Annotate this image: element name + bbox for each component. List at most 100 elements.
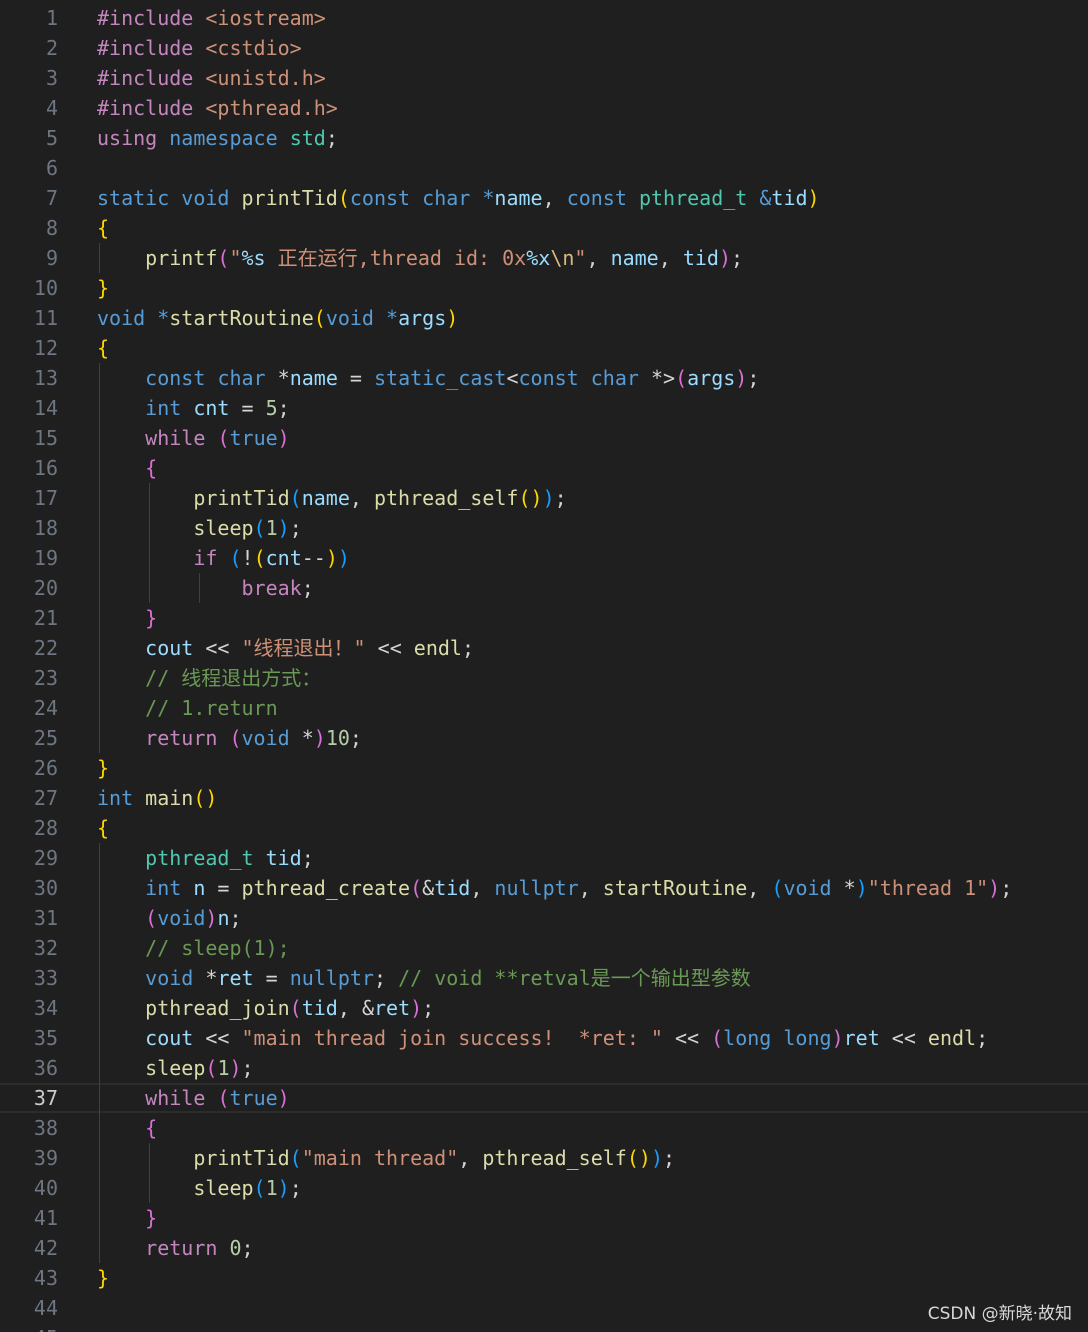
code-token: ( <box>229 546 242 570</box>
code-token: const <box>349 186 411 210</box>
code-line[interactable]: 19 if (!(cnt--)) <box>0 543 1088 573</box>
code-line[interactable]: 45 <box>0 1323 1088 1332</box>
code-line[interactable]: 29 pthread_t tid; <box>0 843 1088 873</box>
code-token: , <box>658 246 683 270</box>
code-line[interactable]: 8{ <box>0 213 1088 243</box>
code-line[interactable]: 25 return (void *)10; <box>0 723 1088 753</box>
code-text: cout << "main thread join success! *ret:… <box>97 1023 988 1053</box>
code-token: , <box>578 876 603 900</box>
code-line[interactable]: 39 printTid("main thread", pthread_self(… <box>0 1143 1088 1173</box>
code-text: static void printTid(const char *name, c… <box>97 183 820 213</box>
line-number: 3 <box>45 66 58 90</box>
line-number: 6 <box>45 156 58 180</box>
code-line[interactable]: 30 int n = pthread_create(&tid, nullptr,… <box>0 873 1088 903</box>
code-line[interactable]: 23 // 线程退出方式： <box>0 663 1088 693</box>
code-text: void *startRoutine(void *args) <box>97 303 458 333</box>
code-line[interactable]: 28 { <box>0 813 1088 843</box>
code-line[interactable]: 38 { <box>0 1113 1088 1143</box>
code-token: tid <box>265 846 302 870</box>
code-line[interactable]: 18 sleep(1); <box>0 513 1088 543</box>
code-line[interactable]: 2 #include <cstdio> <box>0 33 1088 63</box>
code-token: ) <box>277 1176 290 1200</box>
code-line[interactable]: 35 cout << "main thread join success! *r… <box>0 1023 1088 1053</box>
code-line[interactable]: 9 printf("%s 正在运行,thread id: 0x%x\n", na… <box>0 243 1088 273</box>
line-number: 26 <box>33 756 58 780</box>
code-token: ) <box>650 1146 663 1170</box>
code-token: n <box>193 876 206 900</box>
code-token: <pthread.h> <box>205 96 338 120</box>
code-token: ) <box>229 1056 242 1080</box>
code-token: ) <box>988 876 1001 900</box>
code-line[interactable]: 4 #include <pthread.h> <box>0 93 1088 123</box>
code-token: ; <box>461 636 474 660</box>
code-line[interactable]: 15 while (true) <box>0 423 1088 453</box>
code-line[interactable]: 40 sleep(1); <box>0 1173 1088 1203</box>
code-line[interactable]: 5 using namespace std; <box>0 123 1088 153</box>
code-line[interactable]: 12 { <box>0 333 1088 363</box>
code-line[interactable]: 37 while (true) <box>0 1083 1088 1113</box>
code-line[interactable]: 43} <box>0 1263 1088 1293</box>
code-token: ; <box>554 486 567 510</box>
code-line[interactable]: 31 (void)n; <box>0 903 1088 933</box>
code-line[interactable]: 14 int cnt = 5; <box>0 393 1088 423</box>
code-token: %x <box>526 246 551 270</box>
code-editor[interactable]: 1 #include <iostream> 2 #include <cstdio> 3 #… <box>0 0 1088 1332</box>
code-text: return 0; <box>97 1233 253 1263</box>
code-line[interactable]: 10} <box>0 273 1088 303</box>
code-line[interactable]: 3 #include <unistd.h> <box>0 63 1088 93</box>
code-line[interactable]: 36 sleep(1); <box>0 1053 1088 1083</box>
code-token: < <box>506 366 519 390</box>
code-token: ( <box>289 996 302 1020</box>
code-line[interactable]: 22 cout << "线程退出！" << endl; <box>0 633 1088 663</box>
code-line[interactable]: 42 return 0; <box>0 1233 1088 1263</box>
code-token: tid <box>301 996 338 1020</box>
code-line[interactable]: 7 static void printTid(const char *name, … <box>0 183 1088 213</box>
code-token: ret <box>843 1026 880 1050</box>
code-line[interactable]: 6 <box>0 153 1088 183</box>
code-line[interactable]: 24 // 1.return <box>0 693 1088 723</box>
line-number: 27 <box>33 786 58 810</box>
code-token: cnt <box>265 546 302 570</box>
code-token: ret <box>373 996 411 1020</box>
code-token: pthread_self <box>373 486 519 510</box>
code-token: << <box>662 1026 712 1050</box>
code-token: = <box>253 966 290 990</box>
code-line[interactable]: 26} <box>0 753 1088 783</box>
code-line[interactable]: 41 } <box>0 1203 1088 1233</box>
code-line[interactable]: 16 { <box>0 453 1088 483</box>
code-line[interactable]: 32 // sleep(1); <box>0 933 1088 963</box>
code-line[interactable]: 44 <box>0 1293 1088 1323</box>
line-number: 7 <box>45 186 58 210</box>
code-token: ) <box>277 426 290 450</box>
code-token: { <box>97 336 110 360</box>
code-token: , <box>470 876 495 900</box>
line-number: 32 <box>33 936 58 960</box>
code-token: ) <box>638 1146 651 1170</box>
code-line[interactable]: 17 printTid(name, pthread_self()); <box>0 483 1088 513</box>
code-token: * <box>205 966 218 990</box>
code-line[interactable]: 11 void *startRoutine(void *args) <box>0 303 1088 333</box>
code-token: int <box>145 396 182 420</box>
code-line[interactable]: 20 break; <box>0 573 1088 603</box>
code-line[interactable]: 13 const char *name = static_cast<const … <box>0 363 1088 393</box>
indent-guide <box>149 483 150 603</box>
code-line[interactable]: 27 int main() <box>0 783 1088 813</box>
code-line[interactable]: 21 } <box>0 603 1088 633</box>
code-line[interactable]: 33 void *ret = nullptr; // void **retval… <box>0 963 1088 993</box>
code-token: ; <box>289 516 302 540</box>
code-token: 1 <box>265 516 278 540</box>
code-line[interactable]: 1 #include <iostream> <box>0 3 1088 33</box>
code-line[interactable]: 34 pthread_join(tid, &ret); <box>0 993 1088 1023</box>
